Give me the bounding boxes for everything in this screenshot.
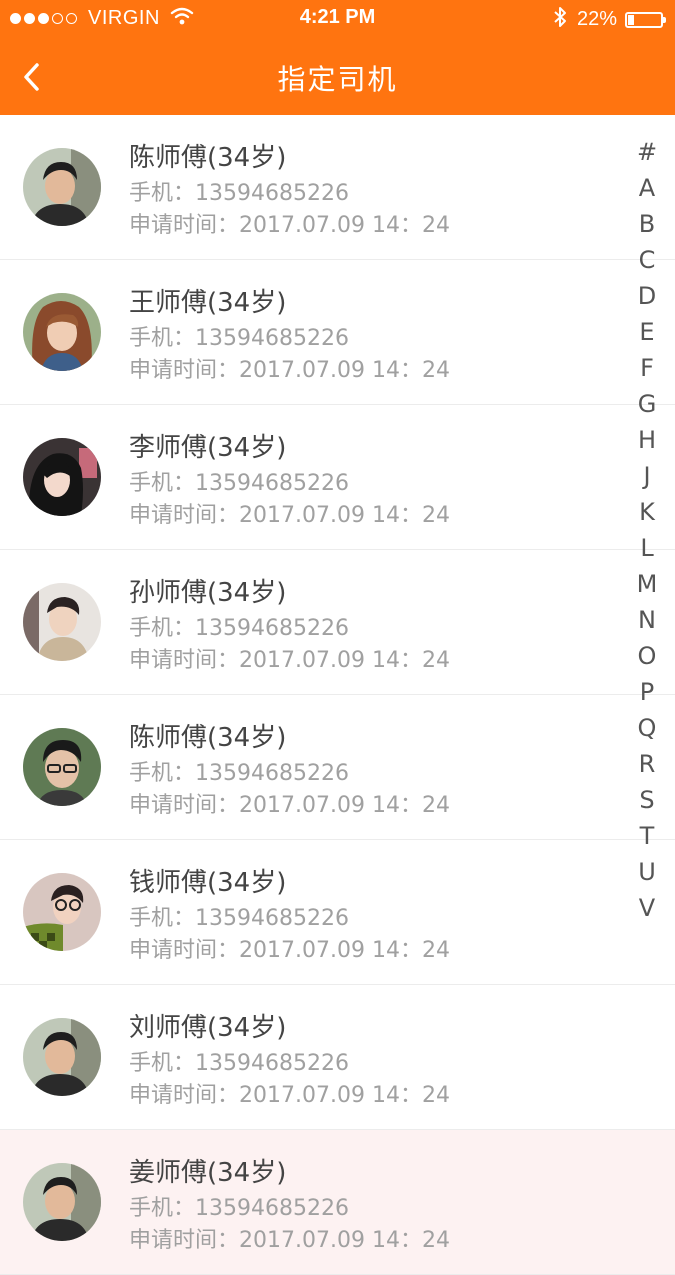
driver-apply-time: 申请时间：2017.07.09 14：24 [129,503,450,528]
driver-row[interactable]: 陈师傅(34岁) 手机：13594685226 申请时间：2017.07.09 … [0,695,675,840]
avatar [23,1018,101,1096]
index-letter-m[interactable]: M [629,568,665,604]
driver-phone: 手机：13594685226 [129,906,349,931]
driver-phone: 手机：13594685226 [129,616,349,641]
index-letter-h[interactable]: H [629,424,665,460]
index-letter-c[interactable]: C [629,244,665,280]
index-letter-v[interactable]: V [629,892,665,928]
driver-row[interactable]: 钱师傅(34岁) 手机：13594685226 申请时间：2017.07.09 … [0,840,675,985]
nav-bar: 指定司机 [0,40,675,115]
driver-row[interactable]: 孙师傅(34岁) 手机：13594685226 申请时间：2017.07.09 … [0,550,675,695]
index-letter-q[interactable]: Q [629,712,665,748]
index-letter-hash[interactable]: # [629,136,665,172]
driver-name: 王师傅(34岁) [129,288,287,318]
index-letter-u[interactable]: U [629,856,665,892]
driver-row[interactable]: 姜师傅(34岁) 手机：13594685226 申请时间：2017.07.09 … [0,1130,675,1275]
battery-percentage: 22% [576,8,617,30]
index-letter-b[interactable]: B [629,208,665,244]
driver-row[interactable]: 陈师傅(34岁) 手机：13594685226 申请时间：2017.07.09 … [0,115,675,260]
index-letter-d[interactable]: D [629,280,665,316]
avatar [23,438,101,516]
index-letter-k[interactable]: K [629,496,665,532]
driver-phone: 手机：13594685226 [129,1051,349,1076]
driver-list: 陈师傅(34岁) 手机：13594685226 申请时间：2017.07.09 … [0,115,675,1275]
driver-apply-time: 申请时间：2017.07.09 14：24 [129,648,450,673]
driver-row[interactable]: 李师傅(34岁) 手机：13594685226 申请时间：2017.07.09 … [0,405,675,550]
index-letter-p[interactable]: P [629,676,665,712]
driver-phone: 手机：13594685226 [129,181,349,206]
index-letter-f[interactable]: F [629,352,665,388]
index-letter-t[interactable]: T [629,820,665,856]
driver-apply-time: 申请时间：2017.07.09 14：24 [129,213,450,238]
header: VIRGIN 4:21 PM 22% 指定司机 [0,0,675,115]
alphabet-index: # A B C D E F G H J K L M N O P Q R S T … [629,136,665,928]
index-letter-l[interactable]: L [629,532,665,568]
driver-name: 陈师傅(34岁) [129,723,287,753]
driver-phone: 手机：13594685226 [129,326,349,351]
page-title: 指定司机 [277,63,398,96]
avatar [23,728,101,806]
index-letter-s[interactable]: S [629,784,665,820]
driver-row[interactable]: 刘师傅(34岁) 手机：13594685226 申请时间：2017.07.09 … [0,985,675,1130]
driver-name: 孙师傅(34岁) [129,578,287,608]
index-letter-n[interactable]: N [629,604,665,640]
driver-apply-time: 申请时间：2017.07.09 14：24 [129,938,450,963]
driver-apply-time: 申请时间：2017.07.09 14：24 [129,1083,450,1108]
status-bar: VIRGIN 4:21 PM 22% [0,0,675,38]
driver-name: 钱师傅(34岁) [129,868,287,898]
driver-row[interactable]: 王师傅(34岁) 手机：13594685226 申请时间：2017.07.09 … [0,260,675,405]
driver-apply-time: 申请时间：2017.07.09 14：24 [129,358,450,383]
driver-phone: 手机：13594685226 [129,471,349,496]
index-letter-j[interactable]: J [629,460,665,496]
driver-apply-time: 申请时间：2017.07.09 14：24 [129,1228,450,1253]
driver-phone: 手机：13594685226 [129,1196,349,1221]
avatar [23,148,101,226]
driver-phone: 手机：13594685226 [129,761,349,786]
index-letter-o[interactable]: O [629,640,665,676]
battery-icon [625,11,666,28]
index-letter-r[interactable]: R [629,748,665,784]
driver-name: 刘师傅(34岁) [129,1013,287,1043]
driver-name: 姜师傅(34岁) [129,1158,287,1188]
avatar [23,873,101,951]
avatar [23,583,101,661]
status-right: 22% [553,6,666,33]
driver-name: 陈师傅(34岁) [129,143,287,173]
index-letter-g[interactable]: G [629,388,665,424]
index-letter-e[interactable]: E [629,316,665,352]
driver-name: 李师傅(34岁) [129,433,287,463]
avatar [23,293,101,371]
bluetooth-icon [553,6,567,33]
driver-apply-time: 申请时间：2017.07.09 14：24 [129,793,450,818]
avatar [23,1163,101,1241]
index-letter-a[interactable]: A [629,172,665,208]
